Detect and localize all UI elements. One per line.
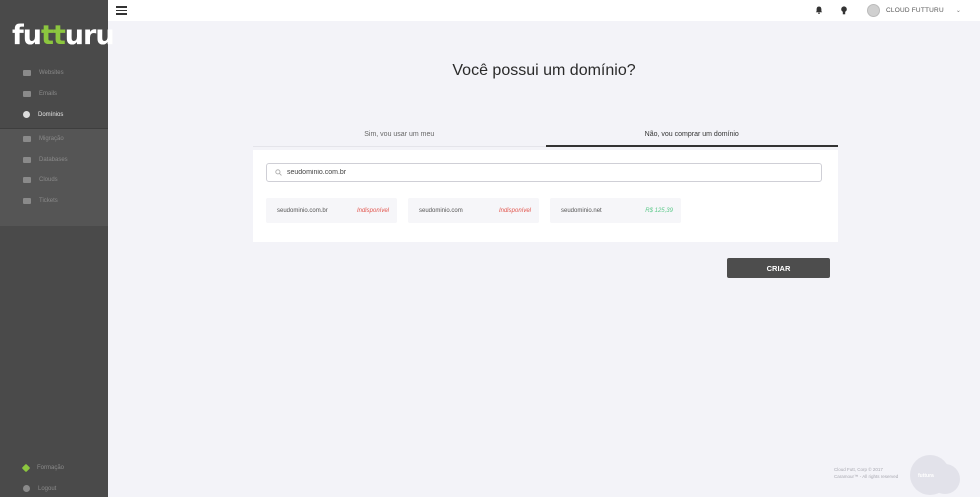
search-icon <box>275 169 282 176</box>
domain-results: seudominio.com.br Indisponível seudomini… <box>266 198 681 223</box>
domain-result-card[interactable]: seudominio.com Indisponível <box>408 198 539 223</box>
topbar: CLOUD FUTTURU ⌄ <box>108 0 980 21</box>
cloud-badge: futtura <box>906 452 962 497</box>
sidebar-item-label: Databases <box>39 156 68 163</box>
sidebar-item-label: Logout <box>38 485 57 492</box>
domain-result-card[interactable]: seudominio.net R$ 125,39 <box>550 198 681 223</box>
tab-use-own-domain[interactable]: Sim, vou usar um meu <box>253 127 546 147</box>
swap-icon <box>23 136 31 143</box>
domain-search <box>266 163 822 182</box>
domain-price: R$ 125,39 <box>645 207 673 214</box>
sidebar-item-label: Formação <box>37 464 65 471</box>
globe-icon <box>23 111 30 118</box>
futturu-logo[interactable]: futturu <box>12 20 115 51</box>
sidebar-item-dominios[interactable]: Domínios <box>0 104 108 125</box>
create-button[interactable]: CRIAR <box>727 258 830 278</box>
domain-tabs: Sim, vou usar um meu Não, vou comprar um… <box>253 127 838 147</box>
footer-copyright: Cloud Futt, Corp © 2017 Caramour™ - All … <box>834 466 898 480</box>
email-icon <box>23 90 31 97</box>
power-icon <box>23 485 30 492</box>
domain-search-input[interactable] <box>287 169 807 176</box>
sidebar-bottom-logout: Logout <box>0 478 108 497</box>
sidebar-bottom-formacao: Formação <box>0 457 108 478</box>
sidebar-item-tickets[interactable]: Tickets <box>0 191 108 212</box>
tab-buy-domain[interactable]: Não, vou comprar um domínio <box>545 127 838 147</box>
domain-name: seudominio.com.br <box>277 207 328 214</box>
user-name: CLOUD FUTTURU <box>886 7 944 14</box>
sidebar-item-label: Websites <box>39 69 64 76</box>
domain-status: Indisponível <box>356 207 389 214</box>
domain-name: seudominio.net <box>561 207 602 214</box>
main-nav: Websites Emails Domínios <box>0 62 108 125</box>
sidebar-item-websites[interactable]: Websites <box>0 62 108 83</box>
database-icon <box>23 156 31 163</box>
avatar <box>867 4 880 17</box>
sidebar: futturu Websites Emails Domínios Migraçã… <box>0 0 115 497</box>
cloud-icon <box>23 177 31 184</box>
user-menu[interactable]: CLOUD FUTTURU ⌄ <box>867 4 961 17</box>
bell-icon[interactable] <box>815 6 823 14</box>
domain-search-panel: seudominio.com.br Indisponível seudomini… <box>253 150 838 242</box>
footer-line-1: Cloud Futt, Corp © 2017 <box>834 467 883 472</box>
cloud-badge-label: futtura <box>918 473 934 479</box>
domain-name: seudominio.com <box>419 207 463 214</box>
sidebar-item-label: Tickets <box>39 197 58 204</box>
lightbulb-icon[interactable] <box>840 6 848 15</box>
page-title: Você possui um domínio? <box>452 62 636 79</box>
sidebar-item-label: Domínios <box>38 111 64 118</box>
sidebar-item-label: Clouds <box>39 177 58 184</box>
menu-icon[interactable] <box>116 6 127 15</box>
footer-line-2: Caramour™ - All rights reserved <box>834 474 899 479</box>
sidebar-item-emails[interactable]: Emails <box>0 83 108 104</box>
sidebar-item-migracao[interactable]: Migração <box>0 129 108 150</box>
domain-status: Indisponível <box>498 207 531 214</box>
diamond-icon <box>21 463 31 472</box>
domain-result-card[interactable]: seudominio.com.br Indisponível <box>266 198 397 223</box>
sidebar-item-label: Migração <box>39 136 64 143</box>
sidebar-item-logout[interactable]: Logout <box>0 478 108 497</box>
secondary-nav: Migração Databases Clouds Tickets <box>0 128 108 226</box>
chevron-down-icon: ⌄ <box>955 8 961 14</box>
chat-icon <box>23 197 31 204</box>
website-icon <box>23 69 31 76</box>
sidebar-item-databases[interactable]: Databases <box>0 150 108 171</box>
sidebar-item-label: Emails <box>39 90 58 97</box>
sidebar-item-clouds[interactable]: Clouds <box>0 170 108 191</box>
sidebar-item-formacao[interactable]: Formação <box>0 457 108 478</box>
